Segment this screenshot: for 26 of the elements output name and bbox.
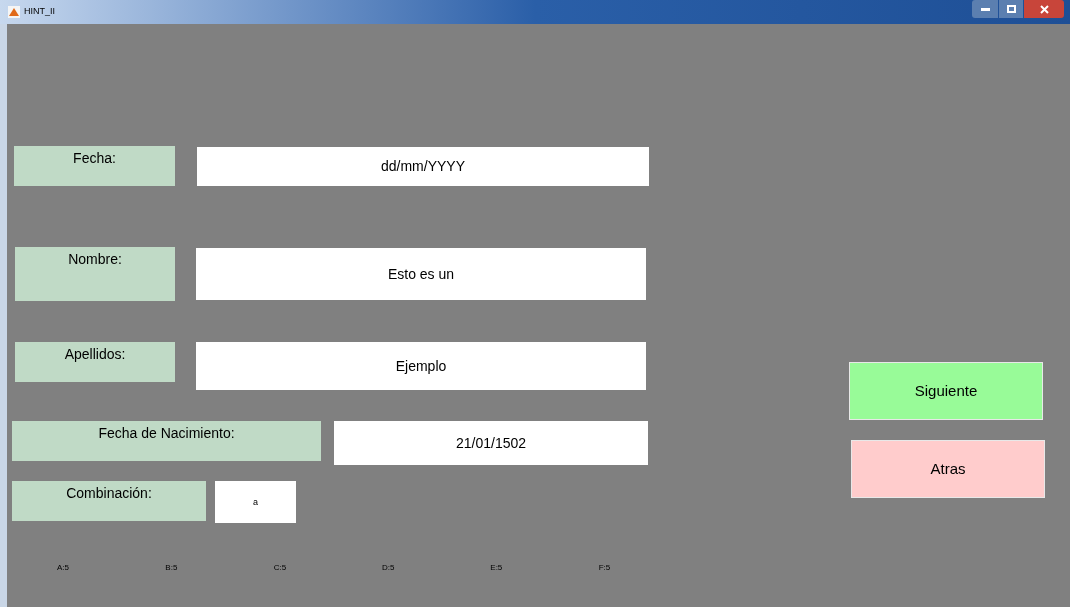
input-field[interactable]: dd/mm/YYYY	[197, 146, 649, 186]
minimize-icon	[980, 7, 990, 11]
field-label: Combinación:	[12, 481, 206, 521]
window-title: HINT_II	[24, 5, 55, 19]
maximize-button[interactable]	[999, 0, 1023, 18]
action-button[interactable]: Siguiente	[849, 362, 1043, 420]
app-icon	[8, 6, 20, 18]
input-field[interactable]: a	[215, 481, 296, 523]
field-label: Fecha de Nacimiento:	[12, 421, 321, 461]
close-icon	[1039, 4, 1049, 14]
maximize-icon	[1006, 5, 1016, 13]
minimize-button[interactable]	[972, 0, 998, 18]
action-button[interactable]: Atras	[851, 440, 1045, 498]
input-field[interactable]: Esto es un	[196, 248, 646, 300]
score-label: F:5	[598, 563, 611, 572]
close-button[interactable]	[1024, 0, 1064, 18]
score-label: D:5	[382, 563, 395, 572]
field-label: Apellidos:	[15, 342, 175, 382]
score-label: C:5	[273, 563, 287, 572]
field-label: Nombre:	[15, 247, 175, 301]
score-label: A:5	[57, 563, 69, 572]
score-label: B:5	[165, 563, 178, 572]
score-label: E:5	[490, 563, 503, 572]
input-field[interactable]: Ejemplo	[196, 342, 646, 390]
field-label: Fecha:	[14, 146, 175, 186]
input-field[interactable]: 21/01/1502	[334, 421, 648, 465]
